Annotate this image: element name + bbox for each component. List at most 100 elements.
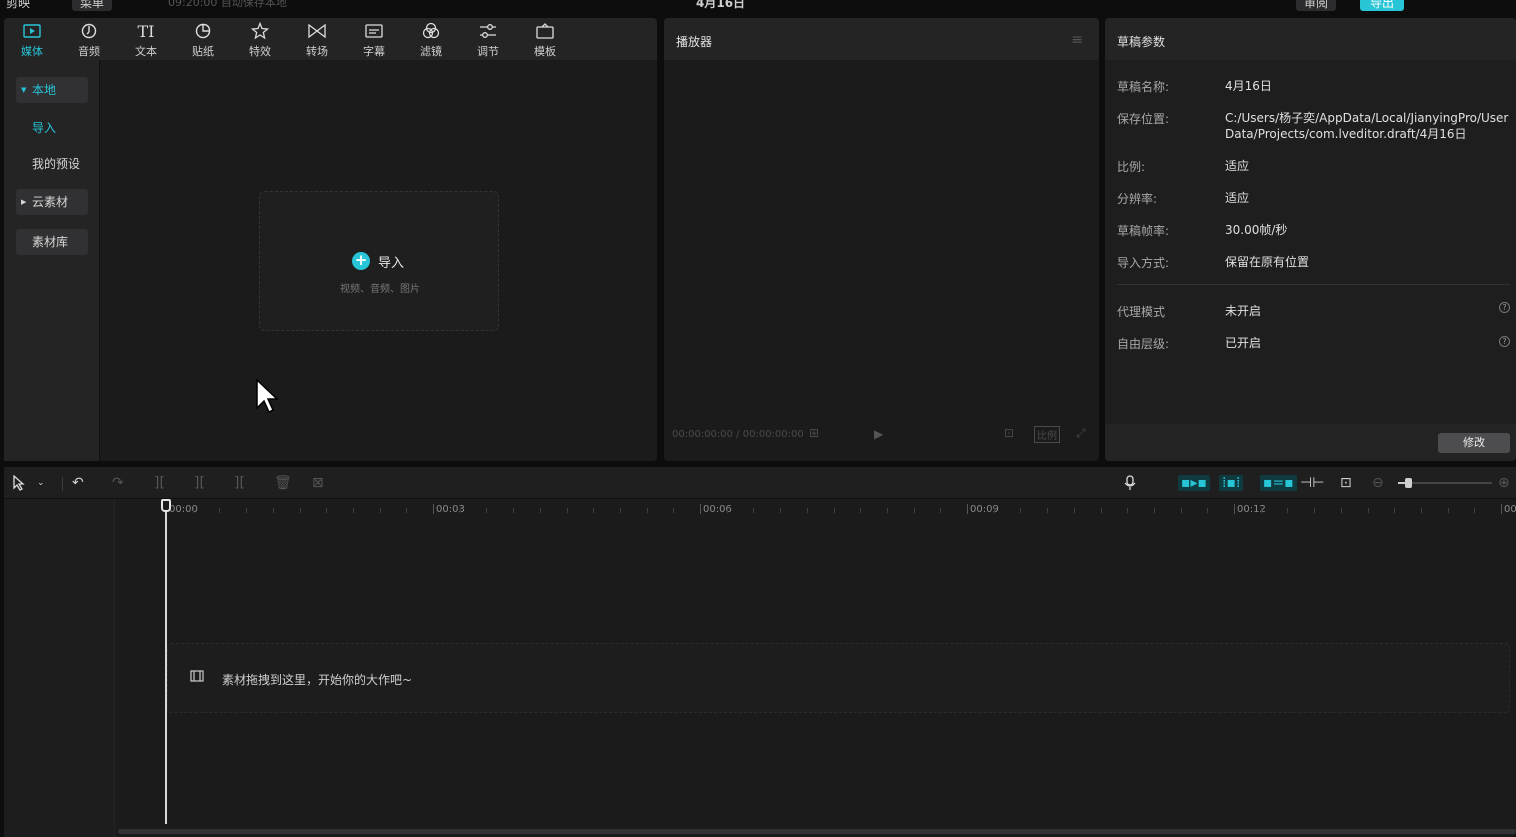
- main-track-magnet-icon[interactable]: ▪▸▪: [1178, 475, 1211, 491]
- tab-text[interactable]: TI 文本: [120, 18, 170, 60]
- tab-subtitle[interactable]: 字幕: [348, 18, 398, 60]
- player-header: 播放器 ≡: [664, 18, 1099, 60]
- sidebar-item-presets[interactable]: 我的预设: [16, 151, 88, 177]
- transition-icon: [307, 22, 327, 40]
- ruler-tick: [326, 508, 328, 513]
- tab-media[interactable]: 媒体: [6, 18, 56, 60]
- ruler-major-tick: [433, 504, 434, 514]
- ruler-tick: [379, 508, 381, 513]
- tab-effects[interactable]: 特效: [234, 18, 284, 60]
- filter-icon: [421, 22, 441, 40]
- plus-icon: +: [352, 252, 370, 270]
- time-ruler[interactable]: 00:00 00:03 00:06 00:09 00:12 00: [116, 500, 1516, 520]
- autosave-status: 09:20:00 自动保存本地: [168, 0, 287, 9]
- track-headers: [4, 499, 115, 837]
- sidebar-item-local[interactable]: ▼ 本地: [16, 77, 88, 103]
- draft-name-key: 草稿名称:: [1117, 80, 1170, 94]
- audio-icon: [79, 22, 99, 40]
- ruler-tick: [1180, 508, 1182, 513]
- media-panel: 媒体 音频 TI 文本 贴纸 特效 转场 字幕 滤镜 调节 模板 ▼ 本地 导入…: [4, 18, 657, 461]
- play-icon[interactable]: ▶: [874, 427, 883, 441]
- split-left-icon[interactable]: ][: [194, 475, 205, 491]
- snapshot-icon[interactable]: ⊡: [1004, 426, 1014, 440]
- ruler-tick: [673, 508, 675, 513]
- menu-icon[interactable]: ≡: [1071, 32, 1083, 48]
- freeze-frame-icon[interactable]: ⊠: [312, 475, 324, 491]
- ruler-tick: [459, 508, 461, 513]
- fullscreen-icon[interactable]: ⤢: [1076, 426, 1086, 441]
- chevron-down-icon[interactable]: ⌄: [37, 478, 45, 488]
- draft-title: 草稿参数: [1117, 35, 1166, 49]
- help-icon[interactable]: ?: [1499, 302, 1510, 313]
- delete-icon[interactable]: 🗑: [274, 475, 292, 491]
- fit-timeline-icon[interactable]: ⊡: [1340, 475, 1352, 491]
- import-label: 导入: [378, 256, 405, 271]
- horizontal-scrollbar[interactable]: [118, 829, 1516, 834]
- ruler-tick: [486, 508, 488, 513]
- split-right-icon[interactable]: ][: [234, 475, 245, 491]
- ruler-tick: [1127, 508, 1129, 513]
- sidebar-item-library[interactable]: 素材库: [16, 229, 88, 255]
- ruler-tick: [1047, 508, 1049, 513]
- ruler-tick: [1420, 508, 1422, 513]
- ruler-tick: [1447, 508, 1449, 513]
- title-bar: 剪映 菜单 09:20:00 自动保存本地 4月16日 审阅 导出: [0, 0, 1516, 14]
- dropzone-hint: 素材拖拽到这里，开始你的大作吧~: [222, 673, 413, 687]
- zoom-slider-track[interactable]: [1402, 482, 1492, 484]
- free-layer-key: 自由层级:: [1117, 337, 1170, 351]
- waveform-icon[interactable]: ⊞: [809, 426, 819, 440]
- timeline-toolbar: ⌄ ↶ ↷ ][ ][ ][ 🗑 ⊠ ▪▸▪ ⁞▪⁞ ▪=▪ ⊣⊢ ⊡ ⊖ ⊕: [4, 467, 1516, 499]
- ruler-tick: [833, 508, 835, 513]
- microphone-icon[interactable]: [1124, 475, 1136, 495]
- player-panel: 播放器 ≡ 00:00:00:00 / 00:00:00:00 ⊞ ▶ ⊡ 比例…: [664, 18, 1099, 461]
- zoom-in-icon[interactable]: ⊕: [1498, 475, 1510, 491]
- sidebar-item-cloud[interactable]: ▶ 云素材: [16, 189, 88, 215]
- tab-transition[interactable]: 转场: [291, 18, 341, 60]
- ruler-tick: [726, 508, 728, 513]
- linkage-icon[interactable]: ▪=▪: [1260, 475, 1297, 491]
- zoom-slider-handle[interactable]: [1405, 478, 1412, 488]
- tab-template[interactable]: 模板: [519, 18, 569, 60]
- ratio-button[interactable]: 比例: [1034, 426, 1060, 443]
- sticker-icon: [193, 22, 213, 40]
- framerate-value: 30.00帧/秒: [1225, 223, 1288, 237]
- preview-axis-icon[interactable]: ⊣⊢: [1300, 475, 1324, 491]
- ruler-tick: [1100, 508, 1102, 513]
- tab-audio[interactable]: 音频: [63, 18, 113, 60]
- menu-button[interactable]: 菜单: [72, 0, 113, 11]
- sidebar-item-import[interactable]: 导入: [16, 115, 88, 141]
- ruler-label: 00: [1504, 504, 1516, 515]
- zoom-out-icon[interactable]: ⊖: [1372, 475, 1384, 491]
- ruler-tick: [886, 508, 888, 513]
- ruler-tick: [913, 508, 915, 513]
- media-sidebar: ▼ 本地 导入 我的预设 ▶ 云素材 素材库: [4, 60, 100, 461]
- export-button[interactable]: 导出: [1360, 0, 1405, 11]
- review-button[interactable]: 审阅: [1296, 0, 1337, 11]
- auto-snap-icon[interactable]: ⁞▪⁞: [1219, 475, 1244, 491]
- help-icon[interactable]: ?: [1499, 336, 1510, 347]
- app-logo-title: 剪映: [6, 0, 31, 10]
- import-dropzone[interactable]: + 导入 视频、音频、图片: [259, 191, 499, 331]
- tab-adjust[interactable]: 调节: [462, 18, 512, 60]
- tab-filter[interactable]: 滤镜: [405, 18, 455, 60]
- adjust-icon: [478, 22, 498, 40]
- ruler-tick: [192, 508, 194, 513]
- tab-sticker[interactable]: 贴纸: [177, 18, 227, 60]
- undo-icon[interactable]: ↶: [72, 475, 84, 491]
- ruler-tick: [1394, 508, 1396, 513]
- divider: [62, 477, 63, 491]
- playhead-handle[interactable]: [161, 499, 171, 512]
- media-icon: [22, 22, 42, 40]
- redo-icon[interactable]: ↷: [112, 475, 124, 491]
- modify-button[interactable]: 修改: [1438, 433, 1510, 453]
- template-icon: [535, 22, 555, 40]
- ruler-tick: [1260, 508, 1262, 513]
- select-tool-icon[interactable]: [12, 474, 26, 495]
- resolution-key: 分辨率:: [1117, 192, 1158, 206]
- ruler-tick: [566, 508, 568, 513]
- timeline-dropzone[interactable]: 素材拖拽到这里，开始你的大作吧~: [167, 643, 1510, 713]
- split-icon[interactable]: ][: [154, 475, 165, 491]
- player-timecode: 00:00:00:00 / 00:00:00:00: [672, 429, 804, 440]
- ruler-tick: [1474, 508, 1476, 513]
- framerate-key: 草稿帧率:: [1117, 224, 1170, 238]
